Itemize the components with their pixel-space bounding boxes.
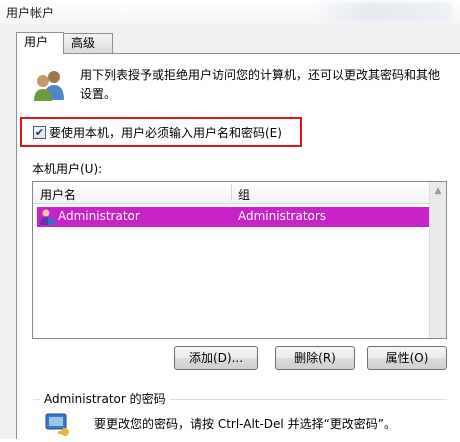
users-icon: [32, 68, 66, 102]
password-group-title: Administrator 的密码: [40, 390, 170, 407]
user-icon: [38, 208, 56, 226]
title-bar-blurred-area: [312, 2, 452, 22]
column-divider[interactable]: [231, 184, 232, 201]
require-login-label[interactable]: 要使用本机，用户必须输入用户名和密码(E): [49, 124, 282, 141]
local-users-list[interactable]: [32, 181, 447, 339]
tab-users-label: 用户: [24, 35, 49, 49]
column-header-username[interactable]: 用户名: [40, 186, 76, 203]
password-instruction-text: 要更改您的密码，请按 Ctrl-Alt-Del 并选择“更改密码”。: [94, 417, 397, 431]
tab-users[interactable]: 用户: [16, 32, 64, 54]
tab-advanced-label: 高级: [71, 36, 96, 50]
intro-text: 用下列表授予或拒绝用户访问您的计算机，还可以更改其密码和其他设置。: [80, 68, 441, 101]
add-user-button[interactable]: 添加(D)...: [174, 346, 258, 370]
tab-advanced[interactable]: 高级: [63, 33, 113, 53]
cell-username: Administrator: [58, 209, 140, 223]
list-scrollbar[interactable]: [429, 182, 446, 338]
key-icon: [44, 412, 74, 439]
cell-group: Administrators: [238, 209, 327, 223]
scroll-up-arrow-icon[interactable]: ▲: [430, 183, 446, 199]
require-login-checkbox[interactable]: ✔: [33, 126, 46, 139]
local-users-label: 本机用户(U):: [32, 162, 103, 176]
properties-button[interactable]: 属性(O): [367, 346, 447, 370]
checkmark-icon: ✔: [34, 126, 45, 139]
delete-user-button[interactable]: 删除(R): [275, 346, 355, 370]
column-header-group[interactable]: 组: [238, 186, 250, 203]
window-title: 用户帐户: [6, 6, 55, 20]
